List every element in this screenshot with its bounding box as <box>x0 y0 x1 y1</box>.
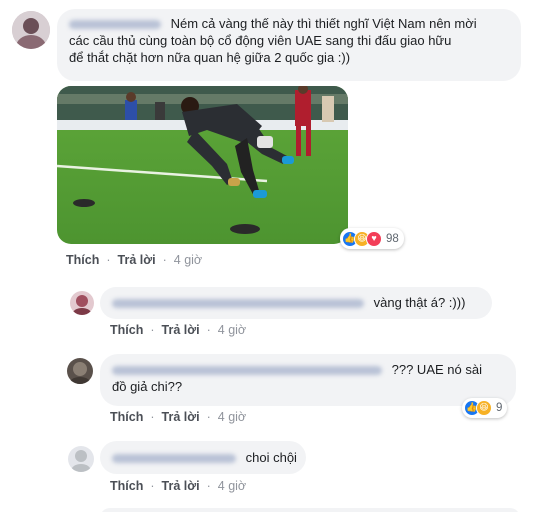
separator-dot: · <box>150 323 155 337</box>
reply-text: choi chội <box>245 450 297 465</box>
reply-reactions[interactable]: 👍 😆 9 <box>462 398 508 418</box>
reaction-count: 9 <box>496 402 503 414</box>
separator-dot: · <box>162 253 167 267</box>
separator-dot: · <box>150 410 155 424</box>
like-link[interactable]: Thích <box>110 479 143 493</box>
reply-avatar[interactable] <box>67 358 93 384</box>
reply-actions: Thích · Trả lời · 4 giờ <box>110 410 246 424</box>
reply-link[interactable]: Trả lời <box>162 323 200 337</box>
reply-bubble: choi chội <box>100 441 306 474</box>
reply-avatar[interactable] <box>70 291 94 315</box>
reply-text-line1: ??? UAE nó sài <box>391 362 482 377</box>
separator-dot: · <box>106 253 111 267</box>
separator-dot: · <box>206 410 211 424</box>
reaction-count: 98 <box>386 232 399 245</box>
main-comment-bubble: Ném cả vàng thế này thì thiết nghĩ Việt … <box>57 9 521 81</box>
avatar-photo <box>70 291 94 315</box>
main-comment-actions: Thích · Trả lời · 4 giờ <box>66 253 202 267</box>
reply-link[interactable]: Trả lời <box>162 410 200 424</box>
comment-text-line2: các cầu thủ cùng toàn bộ cổ động viên UA… <box>69 33 452 48</box>
main-comment-reactions[interactable]: 👍 😆 ♥ 98 <box>340 228 404 249</box>
reply-text: vàng thật á? :))) <box>373 295 466 310</box>
separator-dot: · <box>206 323 211 337</box>
comment-attached-photo[interactable] <box>57 86 348 244</box>
like-link[interactable]: Thích <box>110 410 143 424</box>
commenter-name-blurred[interactable] <box>69 20 161 30</box>
reply-avatar[interactable] <box>68 446 94 472</box>
timestamp[interactable]: 4 giờ <box>218 410 246 424</box>
reply-link[interactable]: Trả lời <box>118 253 156 267</box>
avatar-photo <box>67 358 93 384</box>
reply-actions: Thích · Trả lời · 4 giờ <box>110 479 246 493</box>
reply-bubble: vàng thật á? :))) <box>100 287 492 319</box>
reply-author-name-blurred[interactable] <box>112 454 236 464</box>
reply-actions: Thích · Trả lời · 4 giờ <box>110 323 246 337</box>
timestamp[interactable]: 4 giờ <box>218 479 246 493</box>
soccer-photo-icon <box>57 86 348 244</box>
default-avatar-icon <box>68 446 94 472</box>
next-reply-bubble-edge <box>100 508 520 512</box>
reply-bubble: ??? UAE nó sài đồ giả chi?? <box>100 354 516 406</box>
separator-dot: · <box>150 479 155 493</box>
comment-text-line3: để thắt chặt hơn nữa quan hệ giữa 2 quốc… <box>69 50 351 65</box>
reply-author-name-blurred[interactable] <box>112 366 382 376</box>
like-link[interactable]: Thích <box>110 323 143 337</box>
avatar-photo <box>12 11 50 49</box>
like-link[interactable]: Thích <box>66 253 99 267</box>
reply-link[interactable]: Trả lời <box>162 479 200 493</box>
commenter-avatar[interactable] <box>12 11 50 49</box>
love-icon: ♥ <box>366 230 382 247</box>
reply-author-name-blurred[interactable] <box>112 299 364 309</box>
timestamp[interactable]: 4 giờ <box>218 323 246 337</box>
separator-dot: · <box>206 479 211 493</box>
haha-icon: 😆 <box>476 400 492 416</box>
comment-text-line1: Ném cả vàng thế này thì thiết nghĩ Việt … <box>170 16 477 31</box>
timestamp[interactable]: 4 giờ <box>174 253 202 267</box>
reply-text-line2: đồ giả chi?? <box>112 379 183 394</box>
